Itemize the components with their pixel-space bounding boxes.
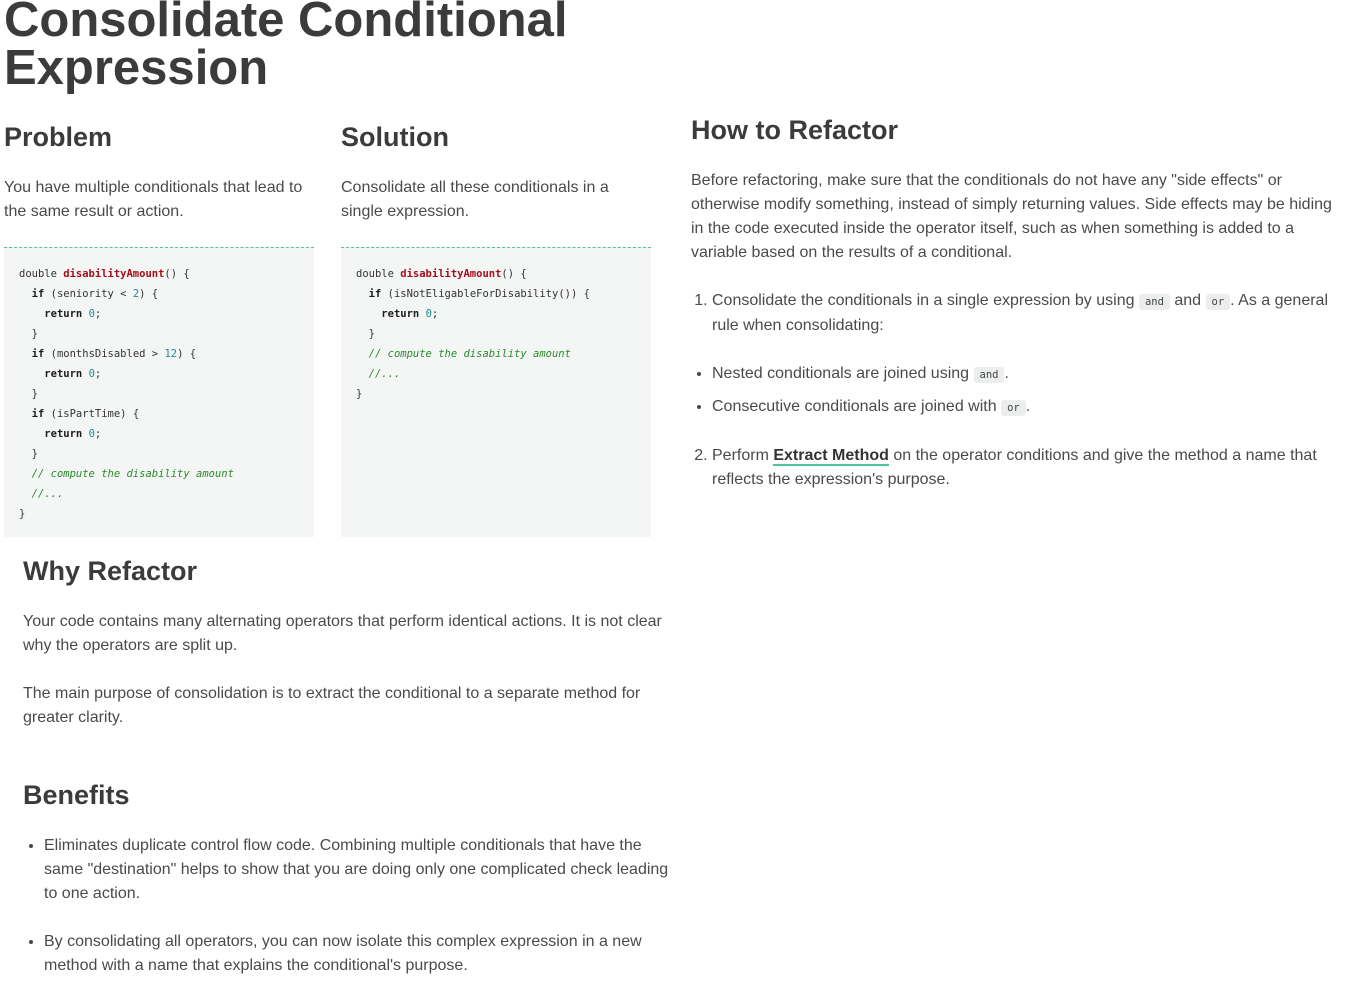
benefits-section: Benefits Eliminates duplicate control fl… (23, 779, 671, 978)
code-token: } (31, 448, 38, 460)
code-token: } (19, 508, 26, 520)
why-refactor-section: Why Refactor Your code contains many alt… (23, 555, 671, 730)
steps-list: Consolidate the conditionals in a single… (691, 289, 1339, 492)
benefit-item: Eliminates duplicate control flow code. … (44, 834, 671, 906)
code-keyword: if (368, 288, 382, 300)
how-to-refactor-heading: How to Refactor (691, 115, 899, 145)
why-refactor-p1: Your code contains many alternating oper… (23, 613, 662, 654)
solution-section: Solution Consolidate all these condition… (341, 121, 651, 224)
how-to-refactor-intro: Before refactoring, make sure that the c… (691, 172, 1332, 261)
code-keyword: return (381, 308, 420, 320)
code-token: () { (164, 268, 190, 280)
step-2: Perform Extract Method on the operator c… (712, 444, 1339, 492)
code-keyword: return (44, 428, 83, 440)
code-token: } (31, 328, 38, 340)
code-token: ) { (177, 348, 197, 360)
rule-consecutive: Consecutive conditionals are joined with… (712, 395, 1339, 420)
rule-text: Consecutive conditionals are joined with (712, 398, 1002, 415)
inline-code: and (973, 367, 1005, 383)
code-token: ; (94, 428, 102, 440)
code-token: (isNotEligableForDisability()) { (387, 288, 590, 300)
rule-text: . (1025, 398, 1031, 415)
extract-method-link[interactable]: Extract Method (773, 447, 889, 466)
rule-nested: Nested conditionals are joined using and… (712, 362, 1339, 387)
code-token: } (368, 328, 375, 340)
step-text: Consolidate the conditionals in a single… (712, 292, 1139, 309)
inline-code: and (1138, 294, 1170, 310)
benefits-heading: Benefits (23, 780, 130, 810)
code-token: ; (94, 368, 102, 380)
code-token: ) { (139, 288, 159, 300)
code-keyword: if (31, 288, 45, 300)
code-comment: //... (31, 488, 64, 500)
code-token: (seniority < (50, 288, 133, 300)
problem-text: You have multiple conditionals that lead… (4, 179, 303, 220)
code-token: ; (94, 308, 102, 320)
code-type: double (356, 268, 394, 280)
code-before: double disabilityAmount() { if (seniorit… (4, 247, 314, 537)
code-after: double disabilityAmount() { if (isNotEli… (341, 247, 651, 537)
benefit-item: By consolidating all operators, you can … (44, 930, 671, 978)
code-token: (monthsDisabled > (50, 348, 165, 360)
code-comment: //... (368, 368, 401, 380)
solution-heading: Solution (341, 122, 449, 152)
step-1: Consolidate the conditionals in a single… (712, 289, 1339, 420)
code-comment: // compute the disability amount (31, 468, 234, 480)
why-refactor-heading: Why Refactor (23, 556, 198, 586)
code-comment: // compute the disability amount (368, 348, 571, 360)
code-keyword: if (31, 348, 45, 360)
code-method-name: disabilityAmount (400, 268, 502, 280)
page-title: Consolidate Conditional Expression (4, 0, 568, 95)
code-keyword: return (44, 368, 83, 380)
code-keyword: if (31, 408, 45, 420)
code-token: } (356, 388, 363, 400)
solution-text: Consolidate all these conditionals in a … (341, 179, 609, 220)
problem-heading: Problem (4, 122, 113, 152)
benefits-list: Eliminates duplicate control flow code. … (23, 834, 671, 978)
code-token: () { (501, 268, 527, 280)
inline-code: or (1001, 400, 1026, 416)
step-text: Perform (712, 447, 774, 464)
code-type: double (19, 268, 57, 280)
inline-code: or (1205, 294, 1231, 310)
code-number: 12 (164, 348, 178, 360)
rule-text: Nested conditionals are joined using (712, 365, 974, 382)
code-token: ; (431, 308, 439, 320)
problem-section: Problem You have multiple conditionals t… (4, 121, 314, 224)
code-method-name: disabilityAmount (63, 268, 165, 280)
code-token: } (31, 388, 38, 400)
why-refactor-p2: The main purpose of consolidation is to … (23, 685, 641, 726)
code-keyword: return (44, 308, 83, 320)
how-to-refactor-section: How to Refactor Before refactoring, make… (691, 114, 1339, 492)
code-token: (isPartTime) { (50, 408, 140, 420)
step-text: and (1169, 292, 1206, 309)
consolidation-rules: Nested conditionals are joined using and… (695, 362, 1339, 420)
rule-text: . (1004, 365, 1009, 382)
